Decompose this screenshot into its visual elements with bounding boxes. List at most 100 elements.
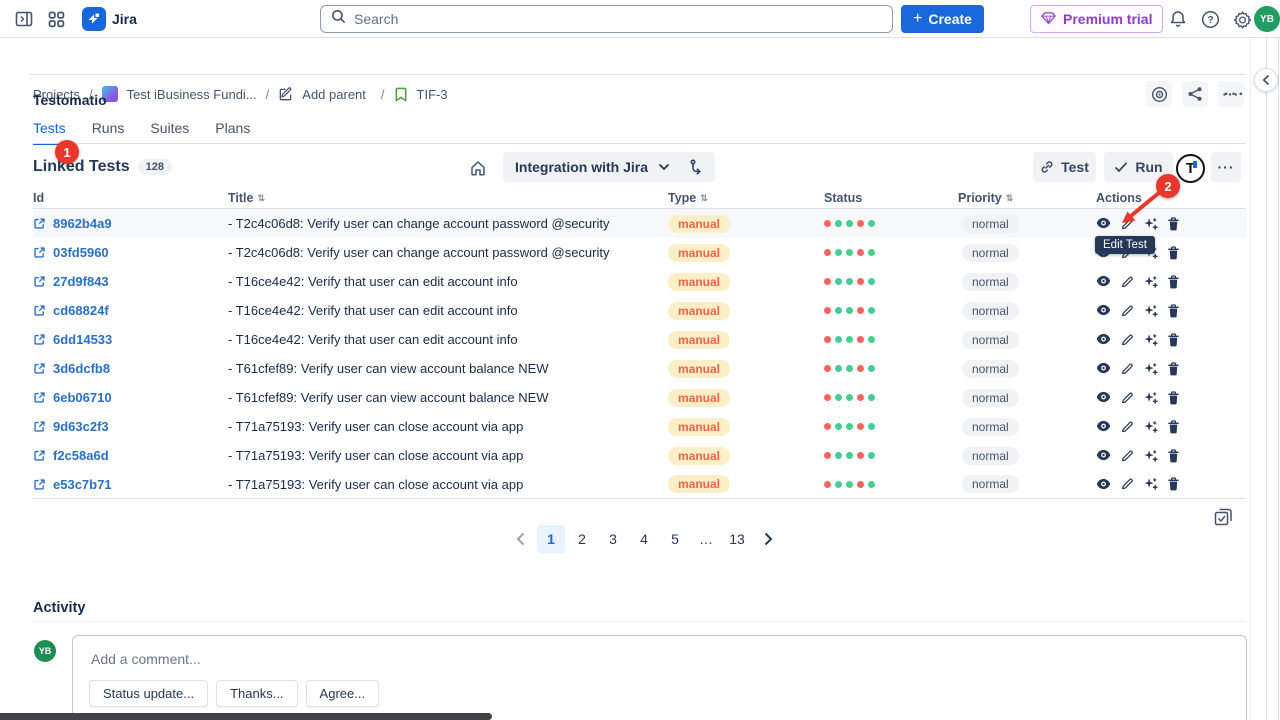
- test-title: - T61cfef89: Verify user can view accoun…: [228, 390, 668, 405]
- test-id-link[interactable]: 3d6dcfb8: [53, 361, 110, 376]
- bulk-select-copy-icon[interactable]: [1212, 506, 1234, 528]
- pagination-page-5[interactable]: 5: [661, 525, 689, 553]
- notifications-bell-icon[interactable]: [1168, 9, 1188, 29]
- edit-test-button[interactable]: [1120, 477, 1134, 491]
- project-branch-selector[interactable]: Integration with Jira: [503, 152, 715, 182]
- status-dot-passed: [835, 336, 842, 343]
- test-title: - T71a75193: Verify user can close accou…: [228, 477, 668, 492]
- delete-test-button[interactable]: [1167, 477, 1180, 491]
- pagination-prev-icon[interactable]: [506, 525, 534, 553]
- type-badge: manual: [668, 331, 730, 349]
- edit-test-button[interactable]: [1120, 275, 1134, 289]
- pagination-page-3[interactable]: 3: [599, 525, 627, 553]
- table-more-button[interactable]: ···: [1211, 152, 1241, 182]
- test-id-link[interactable]: cd68824f: [53, 303, 109, 318]
- view-test-button[interactable]: [1096, 449, 1111, 462]
- edit-test-button[interactable]: [1120, 304, 1134, 318]
- view-test-button[interactable]: [1096, 362, 1111, 375]
- edit-test-button[interactable]: [1120, 333, 1134, 347]
- ai-sparkles-button[interactable]: [1143, 362, 1158, 376]
- test-id-link[interactable]: 27d9f843: [53, 274, 109, 289]
- edit-test-button[interactable]: [1120, 449, 1134, 463]
- breadcrumb-add-parent[interactable]: Add parent: [302, 87, 366, 102]
- delete-test-button[interactable]: [1167, 275, 1180, 289]
- settings-gear-icon[interactable]: [1232, 9, 1252, 29]
- pagination-page-13[interactable]: 13: [723, 525, 751, 553]
- test-id-link[interactable]: 6eb06710: [53, 390, 112, 405]
- link-test-button[interactable]: Test: [1033, 152, 1096, 182]
- app-switcher-grid-icon[interactable]: [46, 9, 66, 29]
- jira-logo-icon[interactable]: [82, 7, 106, 31]
- column-header-type[interactable]: Type⇅: [668, 191, 824, 205]
- comment-box[interactable]: Add a comment... Status update...Thanks.…: [72, 635, 1247, 720]
- status-dots: [824, 278, 958, 285]
- test-id-link[interactable]: 9d63c2f3: [53, 419, 109, 434]
- test-id-link[interactable]: f2c58a6d: [53, 448, 109, 463]
- ai-sparkles-button[interactable]: [1143, 304, 1158, 318]
- view-test-button[interactable]: [1096, 275, 1111, 288]
- ai-sparkles-button[interactable]: [1143, 275, 1158, 289]
- view-test-button[interactable]: [1096, 304, 1111, 317]
- column-header-priority[interactable]: Priority⇅: [958, 191, 1096, 205]
- create-button[interactable]: + Create: [901, 5, 984, 33]
- status-dot-passed: [868, 220, 875, 227]
- status-dot-passed: [868, 278, 875, 285]
- ai-sparkles-button[interactable]: [1143, 333, 1158, 347]
- delete-test-button[interactable]: [1167, 217, 1180, 231]
- help-icon[interactable]: ?: [1200, 9, 1220, 29]
- test-id-link[interactable]: e53c7b71: [53, 477, 112, 492]
- breadcrumb-separator: /: [266, 87, 270, 102]
- share-button[interactable]: [1182, 81, 1208, 107]
- test-title: - T71a75193: Verify user can close accou…: [228, 448, 668, 463]
- test-id-link[interactable]: 8962b4a9: [53, 216, 112, 231]
- tab-plans[interactable]: Plans: [215, 120, 250, 145]
- quick-reply-button[interactable]: Agree...: [306, 680, 380, 707]
- sort-icon: ⇅: [257, 193, 265, 204]
- breadcrumb-project[interactable]: Test iBusiness Fundi...: [127, 87, 257, 102]
- tab-runs[interactable]: Runs: [92, 120, 125, 145]
- delete-test-button[interactable]: [1167, 420, 1180, 434]
- tab-suites[interactable]: Suites: [150, 120, 189, 145]
- quick-reply-button[interactable]: Thanks...: [216, 680, 297, 707]
- pagination-page-1[interactable]: 1: [537, 525, 565, 553]
- ai-sparkles-button[interactable]: [1143, 391, 1158, 405]
- edit-test-button[interactable]: [1120, 420, 1134, 434]
- search-input[interactable]: [354, 11, 882, 27]
- edit-test-button[interactable]: [1120, 391, 1134, 405]
- collapse-panel-icon[interactable]: [1254, 68, 1278, 92]
- delete-test-button[interactable]: [1167, 391, 1180, 405]
- status-dots: [824, 481, 958, 488]
- branch-icon[interactable]: [690, 159, 703, 175]
- pagination-page-4[interactable]: 4: [630, 525, 658, 553]
- sidebar-toggle-icon[interactable]: [14, 9, 34, 29]
- ai-sparkles-button[interactable]: [1143, 477, 1158, 491]
- pagination-next-icon[interactable]: [754, 525, 782, 553]
- column-header-title[interactable]: Title⇅: [228, 191, 668, 205]
- user-avatar[interactable]: YB: [1254, 6, 1280, 32]
- delete-test-button[interactable]: [1167, 362, 1180, 376]
- breadcrumb-issue-key[interactable]: TIF-3: [417, 87, 448, 102]
- test-id-link[interactable]: 6dd14533: [53, 332, 112, 347]
- view-test-button[interactable]: [1096, 333, 1111, 346]
- ai-sparkles-button[interactable]: [1143, 420, 1158, 434]
- watch-eye-button[interactable]: [1146, 81, 1172, 107]
- test-id-link[interactable]: 03fd5960: [53, 245, 109, 260]
- panel-more-button[interactable]: ···: [1224, 86, 1246, 104]
- testomatio-logo-icon[interactable]: T: [1176, 154, 1205, 183]
- view-test-button[interactable]: [1096, 420, 1111, 433]
- delete-test-button[interactable]: [1167, 449, 1180, 463]
- test-title: - T2c4c06d8: Verify user can change acco…: [228, 216, 668, 231]
- delete-test-button[interactable]: [1167, 246, 1180, 260]
- ai-sparkles-button[interactable]: [1143, 449, 1158, 463]
- delete-test-button[interactable]: [1167, 304, 1180, 318]
- premium-trial-button[interactable]: Premium trial: [1030, 5, 1163, 33]
- global-search[interactable]: [320, 5, 893, 33]
- view-test-button[interactable]: [1096, 478, 1111, 491]
- edit-test-button[interactable]: [1120, 362, 1134, 376]
- view-test-button[interactable]: [1096, 391, 1111, 404]
- pagination-page-2[interactable]: 2: [568, 525, 596, 553]
- quick-reply-button[interactable]: Status update...: [89, 680, 208, 707]
- home-icon[interactable]: [468, 158, 488, 178]
- type-badge: manual: [668, 447, 730, 465]
- delete-test-button[interactable]: [1167, 333, 1180, 347]
